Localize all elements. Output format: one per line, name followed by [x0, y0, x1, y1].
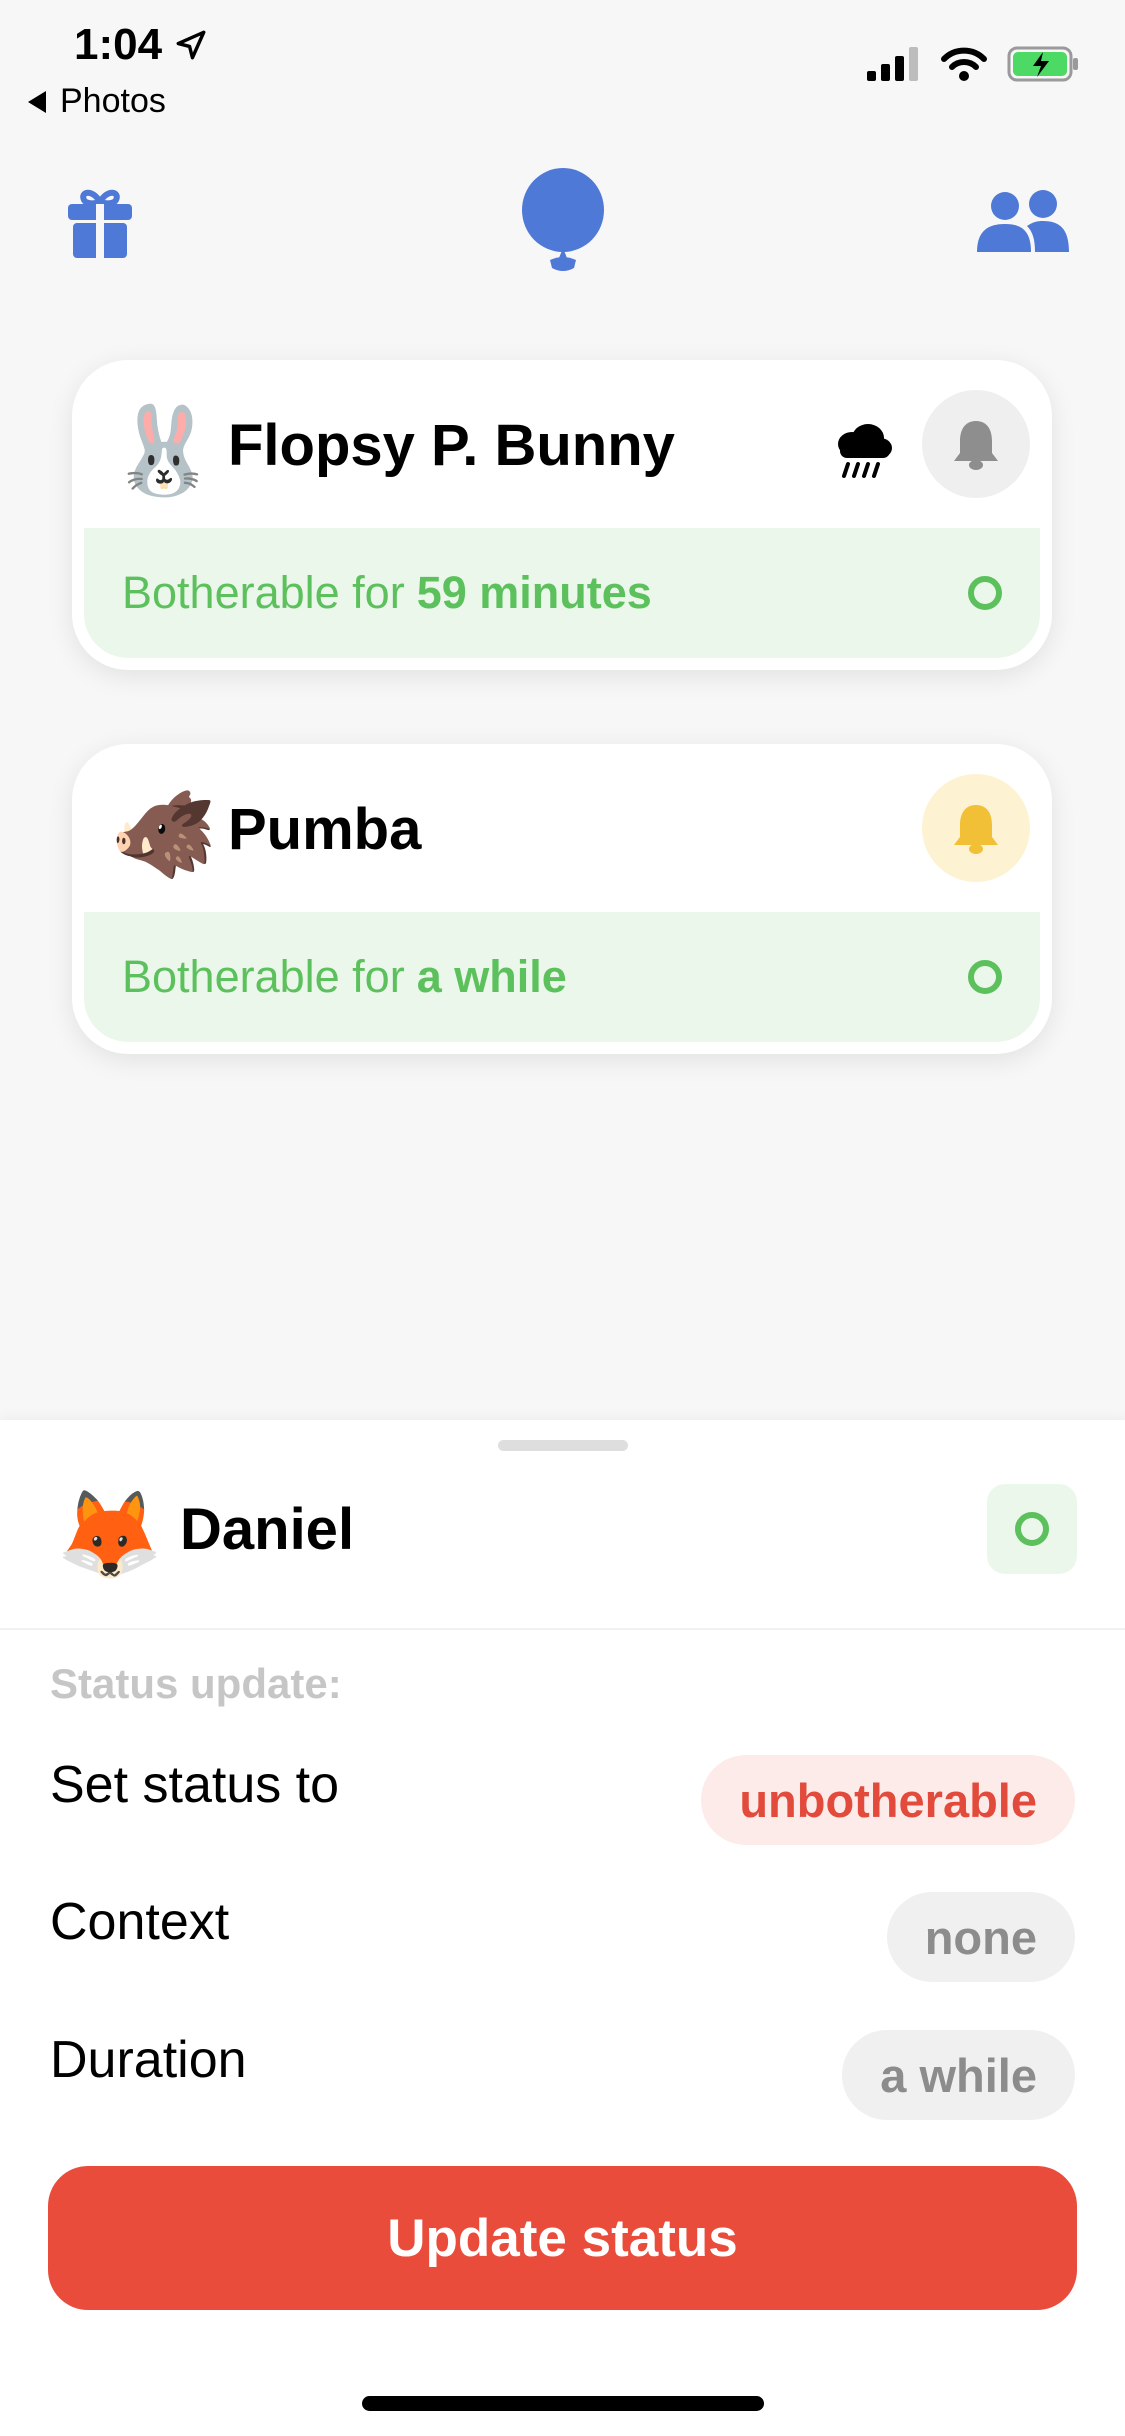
duration-picker[interactable]: a while [842, 2030, 1075, 2120]
notify-bell-button[interactable] [922, 774, 1030, 882]
friend-name: Flopsy P. Bunny [228, 413, 675, 478]
status-duration: a while [416, 951, 567, 1002]
my-name: Daniel [180, 1497, 355, 1562]
available-indicator-icon [968, 576, 1002, 610]
section-label-status-update: Status update: [50, 1660, 342, 1707]
friend-avatar: 🐗 [110, 785, 218, 885]
home-indicator[interactable] [362, 2396, 764, 2411]
status-duration: 59 minutes [416, 567, 652, 618]
battery-charging-icon [1007, 46, 1078, 82]
update-status-button[interactable]: Update status [48, 2166, 1077, 2310]
gift-icon[interactable] [66, 186, 134, 258]
friend-status-strip: Botherable for a while [84, 912, 1040, 1042]
rain-cloud-icon [838, 424, 892, 478]
duration-label: Duration [50, 2031, 247, 2089]
bell-icon [954, 421, 998, 470]
context-label: Context [50, 1893, 230, 1951]
set-status-label: Set status to [50, 1756, 340, 1814]
friend-avatar: 🐰 [110, 401, 218, 501]
status-time: 1:04 [74, 20, 208, 70]
status-value-picker[interactable]: unbotherable [701, 1755, 1075, 1845]
friend-card-flopsy[interactable]: 🐰 Flopsy P. Bunny Botherable for 59 minu… [72, 360, 1052, 670]
friend-card-pumba[interactable]: 🐗 Pumba Botherable for a while [72, 744, 1052, 1054]
friend-name: Pumba [228, 797, 422, 862]
balloon-icon[interactable] [520, 168, 606, 276]
back-triangle-icon [28, 90, 46, 113]
back-link-label: Photos [60, 82, 166, 120]
friend-status-strip: Botherable for 59 minutes [84, 528, 1040, 658]
back-to-photos-link[interactable]: Photos [28, 82, 166, 121]
available-indicator-icon [968, 960, 1002, 994]
wifi-icon [941, 47, 987, 81]
screen: 1:04 Photos 🐰 Flopsy P. Bunny Botherable… [0, 0, 1125, 2436]
notify-bell-button[interactable] [922, 390, 1030, 498]
my-status-indicator[interactable] [987, 1484, 1077, 1574]
status-sheet: 🦊 Daniel Status update: Set status to un… [0, 1420, 1125, 2436]
divider [0, 1628, 1125, 1630]
cellular-signal-icon [867, 47, 918, 81]
status-indicators [867, 46, 1081, 82]
people-icon[interactable] [975, 190, 1071, 254]
bell-icon [954, 805, 998, 854]
location-arrow-icon [176, 30, 206, 60]
status-prefix: Botherable for [122, 567, 405, 618]
status-prefix: Botherable for [122, 951, 405, 1002]
sheet-grabber-handle[interactable] [498, 1440, 628, 1451]
my-avatar: 🦊 [56, 1485, 164, 1585]
context-picker[interactable]: none [886, 1892, 1075, 1982]
available-indicator-icon [1015, 1512, 1049, 1546]
status-time-text: 1:04 [74, 20, 163, 69]
